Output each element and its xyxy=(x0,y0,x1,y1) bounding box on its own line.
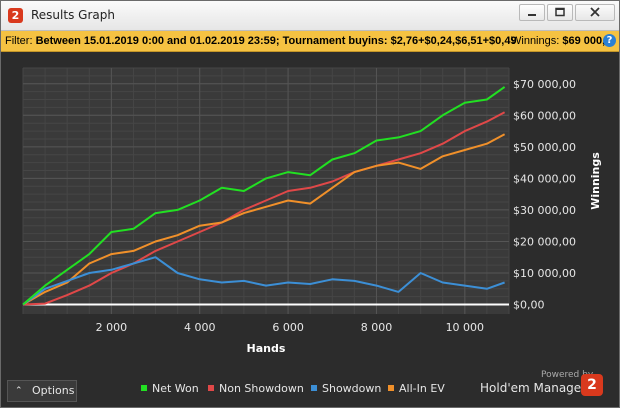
y-axis-title: Winnings xyxy=(589,152,602,210)
x-axis-title: Hands xyxy=(247,342,286,355)
legend-label: Showdown xyxy=(322,382,382,395)
filter-bar[interactable]: Filter: Between 15.01.2019 0:00 and 01.0… xyxy=(1,31,619,52)
legend-net-won[interactable]: Net Won xyxy=(141,382,199,395)
legend-label: Net Won xyxy=(152,382,199,395)
filter-criteria: Between 15.01.2019 0:00 and 01.02.2019 2… xyxy=(35,35,517,47)
y-tick-label: $50 000,00 xyxy=(513,141,576,154)
app-logo-icon: 2 xyxy=(8,8,23,23)
legend-swatch xyxy=(388,385,394,391)
brand-logo-icon: 2 xyxy=(581,374,603,396)
legend-swatch xyxy=(311,385,317,391)
y-tick-label: $40 000,00 xyxy=(513,172,576,185)
y-tick-label: $20 000,00 xyxy=(513,235,576,248)
legend-swatch xyxy=(141,385,147,391)
results-chart: 2 000 4 000 6 000 8 000 10 000 $0,00 $10 000,0… xyxy=(22,67,602,355)
brand-name: Hold'em Manager xyxy=(480,381,587,395)
x-tick-label: 8 000 xyxy=(361,321,393,334)
filter-description: Filter: Between 15.01.2019 0:00 and 01.0… xyxy=(5,31,517,51)
minimize-icon xyxy=(528,14,536,16)
options-button[interactable]: ⌃ Options xyxy=(7,380,77,402)
maximize-button[interactable] xyxy=(547,4,573,21)
legend-showdown[interactable]: Showdown xyxy=(311,382,381,395)
chevron-up-icon: ⌃ xyxy=(15,386,23,396)
winnings-value: $69 000, xyxy=(562,35,606,47)
help-icon[interactable]: ? xyxy=(603,34,616,47)
results-graph-window: 2 Results Graph Filter: Between 15.01.20… xyxy=(0,0,620,408)
close-button[interactable] xyxy=(575,4,615,21)
legend-swatch xyxy=(208,385,214,391)
x-tick-label: 10 000 xyxy=(446,321,485,334)
x-tick-label: 6 000 xyxy=(272,321,304,334)
x-tick-label: 2 000 xyxy=(96,321,128,334)
y-tick-label: $70 000,00 xyxy=(513,78,576,91)
legend-label: All-In EV xyxy=(399,382,445,395)
y-tick-label: $30 000,00 xyxy=(513,204,576,217)
title-bar[interactable]: 2 Results Graph xyxy=(1,1,619,31)
window-title: Results Graph xyxy=(31,8,115,22)
maximize-icon xyxy=(555,7,565,17)
y-tick-label: $0,00 xyxy=(513,299,545,312)
winnings-label: Winnings: xyxy=(511,35,563,47)
y-tick-label: $10 000,00 xyxy=(513,267,576,280)
x-tick-label: 4 000 xyxy=(184,321,216,334)
close-icon xyxy=(590,7,600,17)
minimize-button[interactable] xyxy=(519,4,545,21)
legend-non-showdown[interactable]: Non Showdown xyxy=(208,382,304,395)
filter-prefix: Filter: xyxy=(5,35,36,47)
legend-label: Non Showdown xyxy=(219,382,304,395)
y-tick-label: $60 000,00 xyxy=(513,109,576,122)
winnings-summary: Winnings: $69 000, xyxy=(511,31,605,51)
options-label: Options xyxy=(32,384,75,397)
legend-all-in-ev[interactable]: All-In EV xyxy=(388,382,445,395)
